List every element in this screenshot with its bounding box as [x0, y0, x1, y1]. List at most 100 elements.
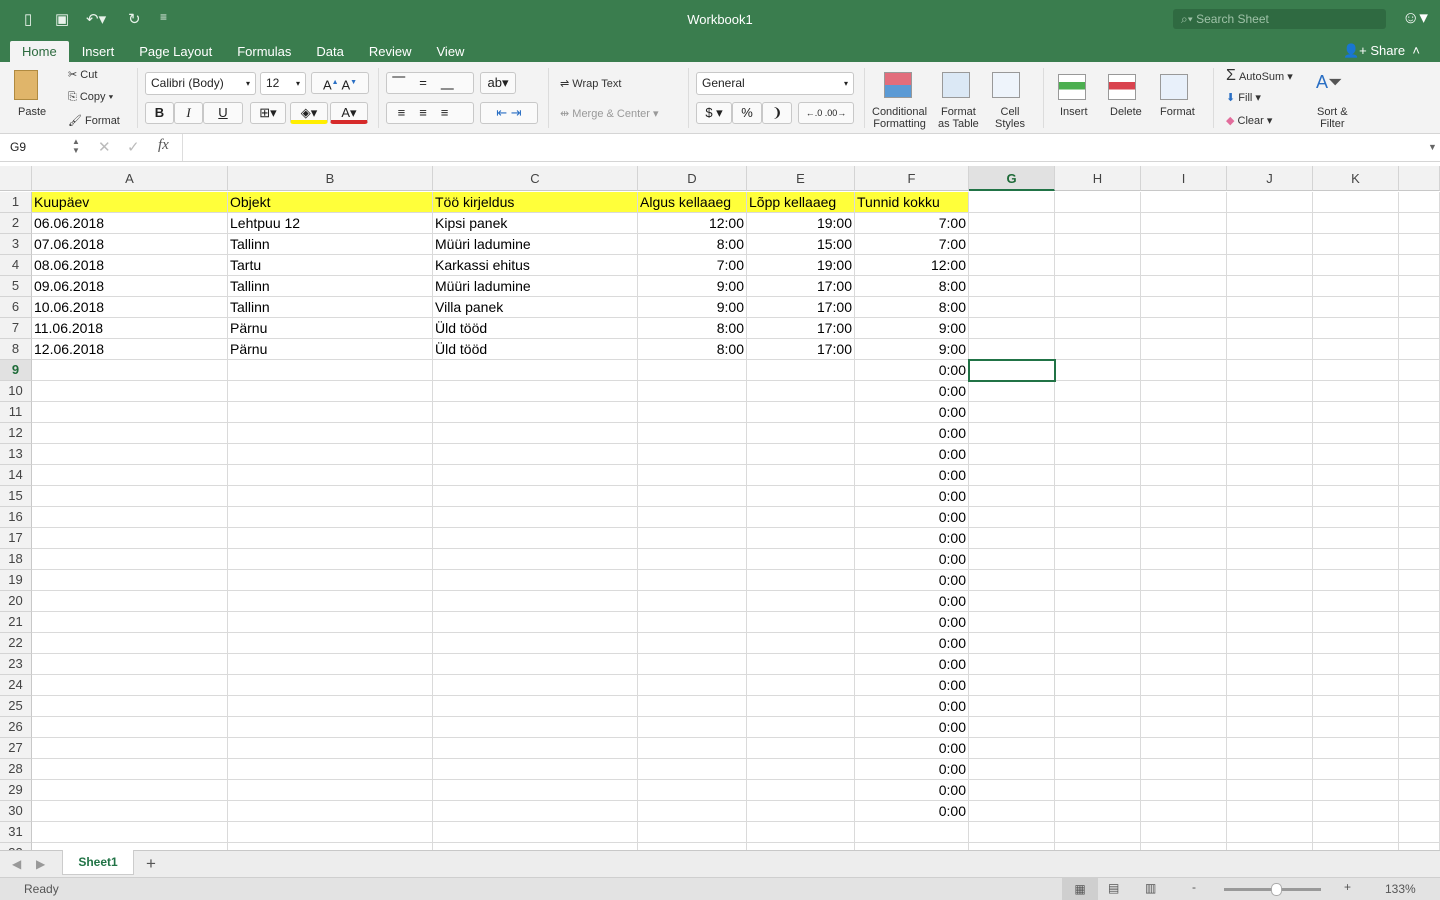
cell[interactable]	[1399, 738, 1440, 759]
cell[interactable]	[32, 801, 228, 822]
cell[interactable]	[1227, 381, 1313, 402]
cell[interactable]	[969, 465, 1055, 486]
cell[interactable]	[747, 633, 855, 654]
cell[interactable]	[747, 528, 855, 549]
cell[interactable]	[228, 528, 433, 549]
cell[interactable]	[638, 738, 747, 759]
cell[interactable]: Üld tööd	[433, 318, 638, 339]
cell[interactable]	[32, 822, 228, 843]
cell[interactable]	[747, 654, 855, 675]
cell[interactable]: 17:00	[747, 297, 855, 318]
cell[interactable]	[1313, 759, 1399, 780]
cell[interactable]	[1313, 318, 1399, 339]
sheet-tab-sheet1[interactable]: Sheet1	[62, 850, 134, 875]
cell[interactable]	[1055, 633, 1141, 654]
zoom-in-icon[interactable]: +	[1344, 880, 1351, 894]
cell[interactable]: 0:00	[855, 528, 969, 549]
cell[interactable]	[433, 444, 638, 465]
cell[interactable]	[1313, 570, 1399, 591]
cell[interactable]	[1227, 360, 1313, 381]
cell[interactable]	[1399, 822, 1440, 843]
wrap-text-button[interactable]: ⇌ Wrap Text	[560, 77, 621, 90]
cell[interactable]	[228, 675, 433, 696]
fill-color-button[interactable]: ◈▾	[290, 102, 328, 124]
cell[interactable]	[32, 423, 228, 444]
italic-button[interactable]: I	[174, 102, 203, 124]
cell[interactable]	[1313, 234, 1399, 255]
cell[interactable]	[433, 591, 638, 612]
cell[interactable]	[855, 843, 969, 850]
cell[interactable]	[638, 633, 747, 654]
number-format-select[interactable]: General ▾	[696, 72, 854, 95]
cell[interactable]	[638, 360, 747, 381]
cell[interactable]	[32, 612, 228, 633]
cell[interactable]	[747, 801, 855, 822]
column-header-e[interactable]: E	[747, 166, 855, 191]
cell[interactable]	[1141, 612, 1227, 633]
cell[interactable]	[747, 444, 855, 465]
cell[interactable]	[1055, 444, 1141, 465]
cell[interactable]	[747, 675, 855, 696]
cell[interactable]	[1399, 507, 1440, 528]
cell[interactable]	[1313, 297, 1399, 318]
cell[interactable]	[1055, 381, 1141, 402]
search-sheet-input[interactable]: ⌕▾ Search Sheet	[1173, 9, 1386, 29]
cell[interactable]: 12:00	[638, 213, 747, 234]
select-all-corner[interactable]	[0, 166, 32, 191]
cell[interactable]	[32, 360, 228, 381]
cell[interactable]: 9:00	[638, 297, 747, 318]
cell[interactable]: 0:00	[855, 696, 969, 717]
cell[interactable]	[747, 591, 855, 612]
cell[interactable]: 19:00	[747, 213, 855, 234]
cell[interactable]	[1227, 549, 1313, 570]
cell[interactable]	[1399, 591, 1440, 612]
cell[interactable]	[433, 801, 638, 822]
row-header-28[interactable]: 28	[0, 759, 32, 780]
cell[interactable]: 07.06.2018	[32, 234, 228, 255]
cell[interactable]	[747, 822, 855, 843]
cell[interactable]: 7:00	[638, 255, 747, 276]
cell[interactable]	[1055, 339, 1141, 360]
page-break-view-icon[interactable]: ▥	[1145, 881, 1156, 895]
cell[interactable]	[1313, 276, 1399, 297]
row-header-29[interactable]: 29	[0, 780, 32, 801]
cell[interactable]: Karkassi ehitus	[433, 255, 638, 276]
cell[interactable]	[747, 423, 855, 444]
cell[interactable]	[1313, 738, 1399, 759]
cell[interactable]	[638, 549, 747, 570]
cell[interactable]	[1141, 402, 1227, 423]
cell[interactable]	[1141, 675, 1227, 696]
cell[interactable]: 8:00	[638, 234, 747, 255]
delete-cells-button[interactable]: Delete	[1110, 106, 1142, 118]
merge-center-button[interactable]: ⇹ Merge & Center ▾	[560, 107, 659, 120]
cell[interactable]	[1399, 759, 1440, 780]
cell[interactable]	[433, 381, 638, 402]
cell[interactable]	[638, 675, 747, 696]
cell[interactable]	[638, 612, 747, 633]
cell[interactable]	[1055, 696, 1141, 717]
cell[interactable]	[433, 822, 638, 843]
cell-styles-icon[interactable]	[992, 72, 1020, 98]
cell[interactable]	[433, 507, 638, 528]
cell[interactable]	[1141, 591, 1227, 612]
cell[interactable]	[1055, 360, 1141, 381]
cell[interactable]: 9:00	[855, 318, 969, 339]
cell[interactable]	[1227, 717, 1313, 738]
cell[interactable]	[1313, 423, 1399, 444]
cell[interactable]	[969, 486, 1055, 507]
cell[interactable]	[32, 381, 228, 402]
autosum-button[interactable]: Σ AutoSum ▾	[1226, 67, 1293, 85]
cell[interactable]	[1399, 570, 1440, 591]
cell[interactable]	[969, 612, 1055, 633]
cell[interactable]	[228, 759, 433, 780]
cell[interactable]	[969, 297, 1055, 318]
cell[interactable]	[1055, 738, 1141, 759]
cell[interactable]	[1055, 213, 1141, 234]
cell[interactable]: 17:00	[747, 318, 855, 339]
row-header-6[interactable]: 6	[0, 297, 32, 318]
cell[interactable]: 0:00	[855, 444, 969, 465]
cell[interactable]: 0:00	[855, 591, 969, 612]
cell[interactable]	[1141, 423, 1227, 444]
cell[interactable]: 0:00	[855, 654, 969, 675]
cell[interactable]	[1399, 339, 1440, 360]
